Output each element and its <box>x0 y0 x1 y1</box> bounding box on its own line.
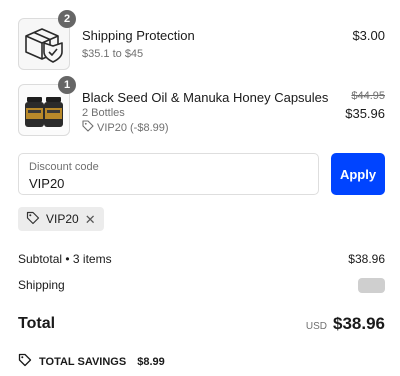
line-item-capsules: 1 Black Seed Oil & Manuka Honey Capsules… <box>18 76 385 136</box>
applied-discount-code: VIP20 <box>46 212 79 226</box>
quantity-badge: 2 <box>58 10 76 28</box>
tag-icon <box>18 353 32 370</box>
shipping-row: Shipping <box>18 277 385 293</box>
subtotal-row: Subtotal • 3 items $38.96 <box>18 252 385 266</box>
line-item-shipping-protection: 2 Shipping Protection $35.1 to $45 $3.00 <box>18 10 385 70</box>
item-title: Black Seed Oil & Manuka Honey Capsules <box>82 90 329 105</box>
savings-value: $8.99 <box>137 355 165 368</box>
compare-at-price: $44.95 <box>351 90 385 102</box>
total-savings: TOTAL SAVINGS $8.99 <box>18 353 165 370</box>
total-row: Total USD $38.96 <box>18 312 385 336</box>
shipping-label: Shipping <box>18 278 65 292</box>
currency-code: USD <box>305 321 327 332</box>
item-price: $35.96 <box>345 106 385 121</box>
total-value: $38.96 <box>333 314 385 333</box>
discount-code-input[interactable]: VIP20 <box>29 176 64 191</box>
discount-code-field[interactable]: Discount code VIP20 <box>18 153 319 195</box>
tag-icon <box>26 211 40 228</box>
tag-icon <box>82 120 94 135</box>
subtotal-label: Subtotal • 3 items <box>18 252 112 266</box>
item-discount: VIP20 (-$8.99) <box>82 120 169 135</box>
total-label: Total <box>18 315 56 332</box>
item-price: $3.00 <box>352 28 385 43</box>
item-subtitle: $35.1 to $45 <box>82 48 144 60</box>
shipping-loading-placeholder <box>358 277 385 293</box>
item-title: Shipping Protection <box>82 28 195 43</box>
quantity-badge: 1 <box>58 76 76 94</box>
savings-label: TOTAL SAVINGS <box>39 355 127 368</box>
apply-button[interactable]: Apply <box>331 153 385 195</box>
subtotal-value: $38.96 <box>348 252 385 266</box>
item-discount-label: VIP20 (-$8.99) <box>97 121 169 134</box>
discount-code-label: Discount code <box>29 161 99 173</box>
close-icon[interactable]: ✕ <box>85 213 96 226</box>
item-variant: 2 Bottles <box>82 107 125 119</box>
applied-discount-chip: VIP20 ✕ <box>18 207 104 231</box>
